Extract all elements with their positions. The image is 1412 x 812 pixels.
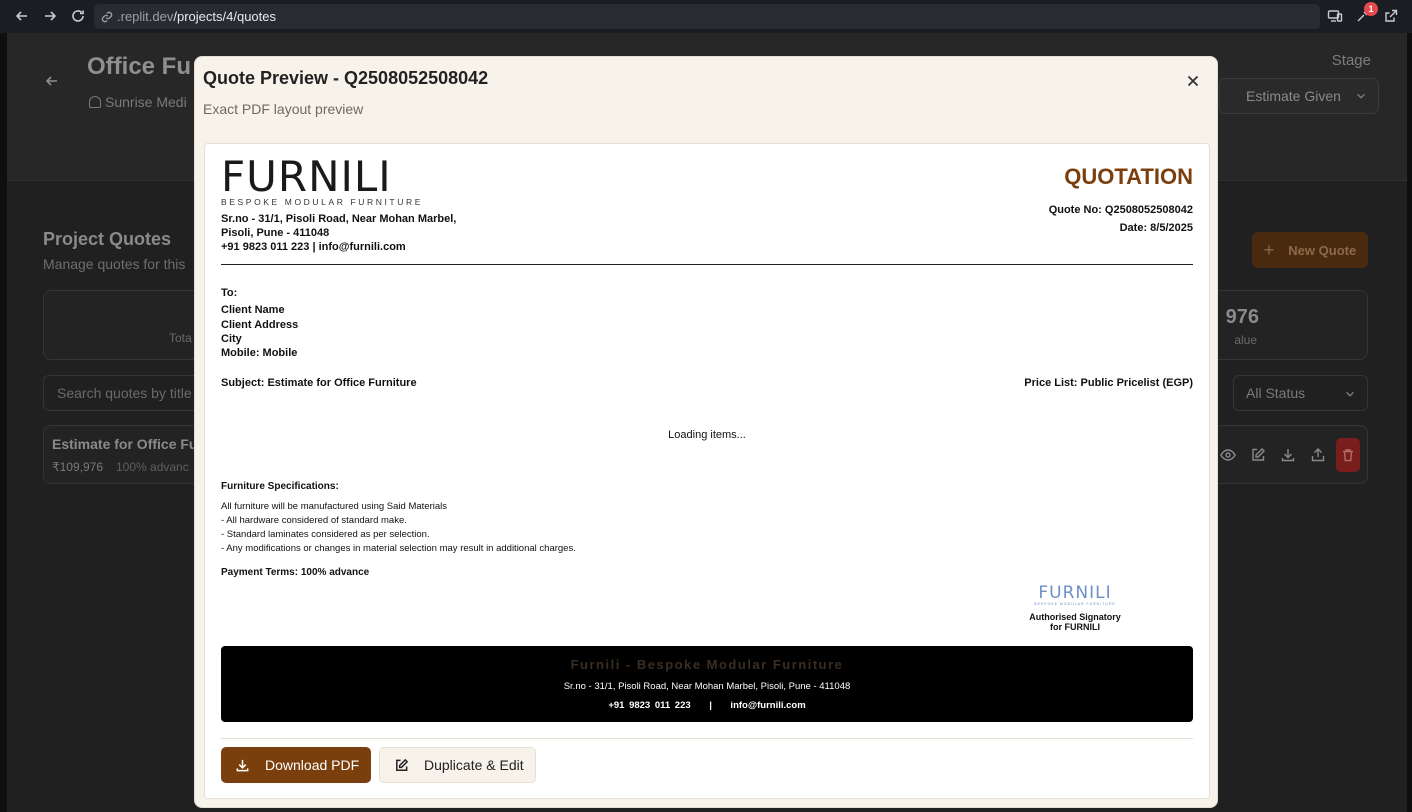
duplicate-edit-label: Duplicate & Edit (424, 757, 524, 773)
open-external-icon[interactable] (1380, 5, 1402, 27)
section-title: Project Quotes (43, 229, 172, 249)
spec-line: - Any modifications or changes in materi… (221, 543, 576, 554)
download-icon (236, 759, 249, 771)
spec-line: - All hardware considered of standard ma… (221, 515, 407, 526)
address-line-3: +91 9823 011 223 | info@furnili.com (221, 241, 406, 253)
status-filter-value: All Status (1246, 385, 1306, 401)
reload-icon[interactable] (64, 2, 92, 30)
dialog-subtitle: Exact PDF layout preview (203, 101, 364, 117)
client-city-line: City (221, 332, 242, 345)
company-address: Sr.no - 31/1, Pisoli Road, Near Mohan Ma… (221, 212, 456, 254)
pdf-preview: FURNILI BESPOKE MODULAR FURNITURE Sr.no … (204, 143, 1210, 799)
download-pdf-label: Download PDF (265, 757, 360, 773)
quote-title: Estimate for Office Fu (52, 436, 198, 452)
client-name-line: Client Name (221, 304, 285, 317)
url-path: /projects/4/quotes (173, 9, 276, 24)
stage-label: Stage (1331, 52, 1371, 69)
client-name: Sunrise Medi (105, 94, 187, 110)
plus-icon: + (1263, 239, 1275, 260)
client-address-line: Client Address (221, 318, 299, 331)
stat-right-label: alue (1234, 333, 1257, 347)
chevron-down-icon (1357, 93, 1365, 99)
devices-icon[interactable] (1324, 5, 1346, 27)
delete-icon[interactable] (1336, 438, 1360, 472)
section-subtitle: Manage quotes for this (43, 256, 186, 272)
address-line-1: Sr.no - 31/1, Pisoli Road, Near Mohan Ma… (221, 213, 457, 225)
new-quote-button[interactable]: + New Quote (1252, 232, 1368, 268)
download-icon[interactable] (1276, 438, 1300, 472)
quote-terms: 100% advanc (116, 460, 189, 474)
furnili-logo: FURNILI BESPOKE MODULAR FURNITURE (221, 152, 423, 208)
project-title: Office Fu (87, 53, 192, 80)
signature-stamp-logo: FURNILI (1038, 583, 1112, 603)
to-label: To: (221, 287, 238, 299)
address-line-2: Pisoli, Pune - 411048 (221, 227, 330, 239)
specifications-title: Furniture Specifications: (221, 481, 339, 492)
quote-date: Date: 8/5/2025 (1119, 222, 1193, 234)
footer-contact: +91 9823 011 223 | info@furnili.com (608, 700, 806, 711)
close-icon[interactable] (1185, 73, 1201, 89)
header-divider (221, 264, 1193, 265)
duplicate-edit-button[interactable]: Duplicate & Edit (379, 747, 536, 783)
extensions-icon[interactable]: 1 (1352, 2, 1378, 27)
status-filter-select[interactable]: All Status (1233, 375, 1368, 411)
signatory-line-2: for FURNILI (1050, 622, 1100, 632)
edit-icon (396, 758, 409, 771)
link-icon (101, 11, 113, 22)
signature-stamp-tagline: BESPOKE MODULAR FURNITURE (1034, 602, 1116, 606)
logo-wordmark: FURNILI (221, 152, 392, 201)
document-type: QUOTATION (1064, 164, 1193, 189)
user-icon (89, 96, 101, 108)
share-icon[interactable] (1306, 438, 1330, 472)
notification-badge: 1 (1364, 2, 1378, 16)
browser-toolbar: .replit.dev/projects/4/quotes 1 (0, 0, 1412, 33)
signatory-line-1: Authorised Signatory (1029, 612, 1121, 622)
back-arrow-icon[interactable] (44, 73, 60, 89)
payment-terms: Payment Terms: 100% advance (221, 567, 370, 578)
loading-items-text: Loading items... (668, 429, 746, 441)
edit-icon[interactable] (1246, 438, 1270, 472)
quote-amount: ₹109,976 (52, 460, 104, 474)
stat-right-value: 976 (1225, 306, 1259, 328)
chevron-down-icon (1346, 391, 1354, 397)
download-pdf-button[interactable]: Download PDF (221, 747, 371, 783)
signature-block: FURNILI BESPOKE MODULAR FURNITURE Author… (1015, 584, 1135, 632)
spec-line: All furniture will be manufactured using… (221, 501, 447, 512)
forward-nav-icon[interactable] (36, 2, 64, 30)
dialog-title: Quote Preview - Q2508052508042 (203, 68, 489, 88)
actions-divider (221, 738, 1193, 739)
view-icon[interactable] (1216, 438, 1240, 472)
client-mobile-line: Mobile: Mobile (221, 347, 298, 360)
stage-value: Estimate Given (1246, 88, 1341, 104)
subject-line: Subject: Estimate for Office Furniture (221, 377, 417, 389)
address-bar[interactable]: .replit.dev/projects/4/quotes (94, 4, 1320, 29)
price-list-line: Price List: Public Pricelist (EGP) (1024, 377, 1193, 389)
recipient-block: To: Client Name Client Address City Mobi… (221, 286, 298, 360)
quotation-header: QUOTATION Quote No: Q2508052508042 Date:… (1049, 164, 1193, 234)
quote-preview-dialog: Quote Preview - Q2508052508042 Exact PDF… (194, 56, 1218, 808)
signatory-text: Authorised Signatory for FURNILI (1015, 612, 1135, 632)
quote-number: Quote No: Q2508052508042 (1048, 204, 1193, 216)
specifications-list: All furniture will be manufactured using… (221, 500, 576, 556)
project-client: Sunrise Medi (89, 94, 187, 110)
url-host: .replit.dev (117, 9, 174, 24)
spec-line: - Standard laminates considered as per s… (221, 529, 430, 540)
document-footer: Furnili - Bespoke Modular Furniture Sr.n… (221, 646, 1193, 722)
footer-brand: Furnili - Bespoke Modular Furniture (570, 657, 844, 672)
footer-address: Sr.no - 31/1, Pisoli Road, Near Mohan Ma… (563, 681, 851, 692)
stat-left-label: Tota (169, 331, 192, 345)
stage-select[interactable]: Estimate Given (1219, 78, 1379, 114)
new-quote-label: New Quote (1288, 242, 1357, 258)
back-nav-icon[interactable] (8, 2, 36, 30)
